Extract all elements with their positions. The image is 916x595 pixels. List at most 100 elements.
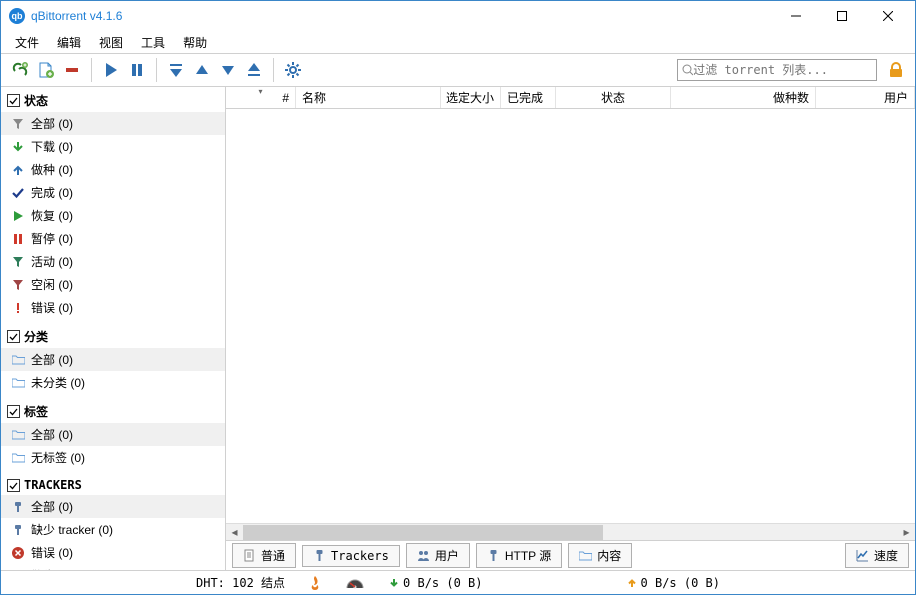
- folder-icon: [579, 550, 592, 561]
- column-name[interactable]: 名称: [296, 87, 441, 108]
- scroll-left-icon[interactable]: ◂: [226, 524, 243, 541]
- column-status[interactable]: 状态: [556, 87, 671, 108]
- menu-help[interactable]: 帮助: [175, 32, 215, 53]
- status-alt-speed[interactable]: [337, 577, 373, 589]
- menu-file[interactable]: 文件: [7, 32, 47, 53]
- gauge-icon: [345, 577, 365, 589]
- error-icon: [11, 547, 25, 559]
- sidebar-item-tracker-all[interactable]: 全部 (0): [1, 495, 225, 518]
- sidebar-item-tracker-error[interactable]: 错误 (0): [1, 541, 225, 564]
- play-icon: [11, 210, 25, 222]
- search-box[interactable]: [677, 59, 877, 81]
- sidebar-item-cat-all[interactable]: 全部 (0): [1, 348, 225, 371]
- sidebar-header-label: 标签: [24, 403, 48, 420]
- toolbar: [1, 53, 915, 87]
- sidebar-item-paused[interactable]: 暂停 (0): [1, 227, 225, 250]
- scroll-thumb[interactable]: [243, 525, 603, 540]
- column-headers: ▾# 名称 选定大小 已完成 状态 做种数 用户: [226, 87, 915, 109]
- check-icon: [11, 187, 25, 199]
- sidebar-item-active[interactable]: 活动 (0): [1, 250, 225, 273]
- sidebar-item-cat-uncategorized[interactable]: 未分类 (0): [1, 371, 225, 394]
- move-up-button[interactable]: [189, 57, 215, 83]
- tracker-icon: [11, 524, 25, 536]
- search-input[interactable]: [693, 63, 872, 77]
- main-panel: ▾# 名称 选定大小 已完成 状态 做种数 用户 ◂ ▸ 普通 Trackers…: [226, 87, 915, 570]
- column-peers[interactable]: 用户: [816, 87, 915, 108]
- sort-asc-icon: ▾: [258, 87, 262, 96]
- add-file-button[interactable]: [33, 57, 59, 83]
- tab-label: 内容: [597, 547, 621, 564]
- sidebar-item-downloading[interactable]: 下载 (0): [1, 135, 225, 158]
- sidebar-header-tags[interactable]: 标签: [1, 400, 225, 423]
- sidebar-header-categories[interactable]: 分类: [1, 325, 225, 348]
- sidebar-item-tag-untagged[interactable]: 无标签 (0): [1, 446, 225, 469]
- tab-peers[interactable]: 用户: [406, 543, 470, 568]
- menu-tools[interactable]: 工具: [133, 32, 173, 53]
- move-top-button[interactable]: [163, 57, 189, 83]
- move-down-button[interactable]: [215, 57, 241, 83]
- folder-icon: [11, 354, 25, 365]
- sidebar-item-tracker-trackerless[interactable]: 缺少 tracker (0): [1, 518, 225, 541]
- minimize-button[interactable]: [773, 1, 819, 31]
- status-text: 0 B/s (0 B): [641, 576, 720, 590]
- tracker-icon: [313, 549, 326, 562]
- status-upload-speed[interactable]: 0 B/s (0 B): [619, 576, 728, 590]
- column-seeds[interactable]: 做种数: [671, 87, 816, 108]
- sidebar-item-inactive[interactable]: 空闲 (0): [1, 273, 225, 296]
- sidebar-item-errored[interactable]: 错误 (0): [1, 296, 225, 319]
- pause-button[interactable]: [124, 57, 150, 83]
- tracker-icon: [11, 501, 25, 513]
- menu-view[interactable]: 视图: [91, 32, 131, 53]
- scroll-right-icon[interactable]: ▸: [898, 524, 915, 541]
- tab-general[interactable]: 普通: [232, 543, 296, 568]
- flame-icon: [309, 576, 321, 590]
- sidebar-header-trackers[interactable]: TRACKERS: [1, 475, 225, 495]
- tab-trackers[interactable]: Trackers: [302, 545, 400, 567]
- sidebar-item-completed[interactable]: 完成 (0): [1, 181, 225, 204]
- window-title: qBittorrent v4.1.6: [31, 9, 122, 23]
- tab-content[interactable]: 内容: [568, 543, 632, 568]
- pause-icon: [11, 233, 25, 245]
- maximize-button[interactable]: [819, 1, 865, 31]
- column-done[interactable]: 已完成: [501, 87, 556, 108]
- folder-icon: [11, 377, 25, 388]
- sidebar-item-label: 完成 (0): [31, 184, 73, 201]
- lock-button[interactable]: [883, 57, 909, 83]
- folder-icon: [11, 429, 25, 440]
- menu-edit[interactable]: 编辑: [49, 32, 89, 53]
- sidebar-item-label: 无标签 (0): [31, 449, 85, 466]
- close-button[interactable]: [865, 1, 911, 31]
- column-label: 已完成: [507, 89, 543, 106]
- sidebar-header-status[interactable]: 状态: [1, 89, 225, 112]
- sidebar-item-seeding[interactable]: 做种 (0): [1, 158, 225, 181]
- sidebar-item-label: 做种 (0): [31, 161, 73, 178]
- scroll-track[interactable]: [243, 524, 898, 541]
- sidebar-item-all[interactable]: 全部 (0): [1, 112, 225, 135]
- column-num[interactable]: ▾#: [226, 87, 296, 108]
- column-label: 做种数: [773, 89, 809, 106]
- sidebar-header-label: 状态: [24, 92, 48, 109]
- status-firewall[interactable]: [301, 576, 329, 590]
- sidebar-item-resumed[interactable]: 恢复 (0): [1, 204, 225, 227]
- column-label: 状态: [601, 89, 625, 106]
- tab-speed[interactable]: 速度: [845, 543, 909, 568]
- resume-button[interactable]: [98, 57, 124, 83]
- add-link-button[interactable]: [7, 57, 33, 83]
- remove-button[interactable]: [59, 57, 85, 83]
- sidebar: 状态 全部 (0) 下载 (0) 做种 (0) 完成 (0) 恢复 (0) 暂停…: [1, 87, 226, 570]
- sidebar-item-tag-all[interactable]: 全部 (0): [1, 423, 225, 446]
- titlebar: qb qBittorrent v4.1.6: [1, 1, 915, 31]
- move-bottom-button[interactable]: [241, 57, 267, 83]
- column-size[interactable]: 选定大小: [441, 87, 501, 108]
- settings-button[interactable]: [280, 57, 306, 83]
- checkbox-icon: [7, 479, 20, 492]
- horizontal-scrollbar[interactable]: ◂ ▸: [226, 523, 915, 540]
- filter-icon: [11, 118, 25, 130]
- status-download-speed[interactable]: 0 B/s (0 B): [381, 576, 490, 590]
- column-label: #: [282, 91, 289, 105]
- torrent-list[interactable]: [226, 109, 915, 523]
- peers-icon: [417, 549, 430, 562]
- tab-http-sources[interactable]: HTTP 源: [476, 543, 562, 568]
- status-dht[interactable]: DHT: 102 结点: [188, 574, 293, 591]
- down-arrow-icon: [11, 141, 25, 153]
